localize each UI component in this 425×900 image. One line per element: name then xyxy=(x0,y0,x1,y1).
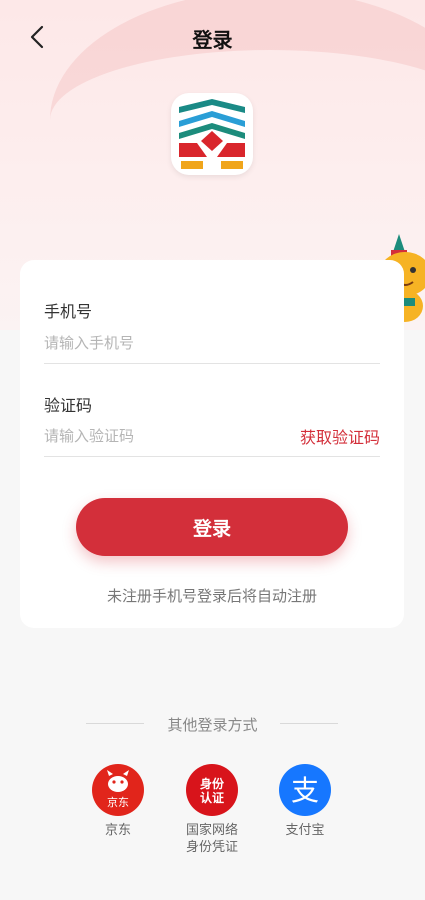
code-input[interactable] xyxy=(44,421,284,451)
jd-label: 京东 xyxy=(104,823,131,838)
code-label: 验证码 xyxy=(44,396,93,415)
jd-icon: 京东 xyxy=(92,764,144,816)
id-auth-login-button[interactable]: 身份 认证 国家网络 身份凭证 xyxy=(167,764,257,856)
id-auth-label-line1: 国家网络 xyxy=(185,823,238,838)
divider-right xyxy=(280,723,338,724)
alipay-label: 支付宝 xyxy=(285,823,325,838)
navigation-bar: 登录 xyxy=(0,14,425,58)
id-auth-icon-text-1: 身份 xyxy=(200,776,225,791)
login-button[interactable]: 登录 xyxy=(76,498,348,556)
app-logo xyxy=(171,93,253,175)
phone-input[interactable] xyxy=(44,328,380,358)
get-code-button[interactable]: 获取验证码 xyxy=(300,424,380,448)
alipay-icon: 支 xyxy=(279,764,331,816)
login-form-card: 手机号 验证码 获取验证码 登录 未注册手机号登录后将自动注册 xyxy=(20,260,404,628)
auto-register-hint: 未注册手机号登录后将自动注册 xyxy=(106,587,317,605)
code-divider xyxy=(44,456,380,457)
phone-label: 手机号 xyxy=(44,302,93,321)
id-auth-icon: 身份 认证 xyxy=(186,764,238,816)
phone-divider xyxy=(44,363,380,364)
alipay-icon-text: 支 xyxy=(291,774,319,807)
jd-login-button[interactable]: 京东 京东 xyxy=(73,764,163,839)
id-auth-label-line2: 身份凭证 xyxy=(185,840,238,855)
id-auth-icon-text-2: 认证 xyxy=(200,790,224,805)
jd-icon-text: 京东 xyxy=(107,795,129,809)
page-title: 登录 xyxy=(192,28,233,52)
alipay-login-button[interactable]: 支 支付宝 xyxy=(260,764,350,839)
id-auth-label: 国家网络 身份凭证 xyxy=(167,822,257,856)
other-login-title: 其他登录方式 xyxy=(167,716,258,734)
